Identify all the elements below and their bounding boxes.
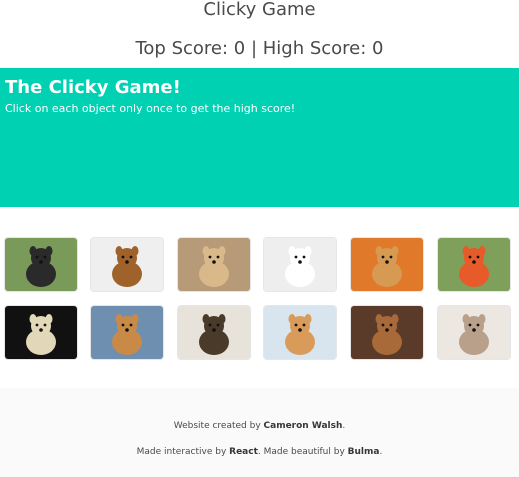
hero-banner: The Clicky Game! Click on each object on… [0,68,519,207]
dog-photo-icon [91,238,163,291]
dog-photo-icon [5,238,77,291]
author-name: Cameron Walsh [263,421,343,431]
dog-photo-icon [438,306,510,359]
react-label: React [229,447,258,457]
footer-tech-line: Made interactive by React. Made beautifu… [0,447,519,457]
dog-photo-icon [178,306,250,359]
hero-subtitle: Click on each object only once to get th… [5,102,296,115]
dog-photo-icon [351,238,423,291]
tile-chihuahua[interactable] [351,238,423,291]
dog-photo-icon [5,306,77,359]
credit-prefix: Website created by [173,421,264,431]
tile-dog-teacup[interactable] [178,306,250,359]
dog-photo-icon [91,306,163,359]
hero-heading: The Clicky Game! [5,77,181,98]
navbar: Clicky Game Top Score: 0 | High Score: 0 [0,0,519,68]
made-prefix: Made interactive by [136,447,230,457]
tile-dalmatian[interactable] [264,238,336,291]
credit-suffix: . [342,421,346,431]
tile-french-bulldog[interactable] [5,238,77,291]
tile-puppy-in-cup[interactable] [438,238,510,291]
tile-pug[interactable] [178,238,250,291]
dog-photo-icon [438,238,510,291]
bulma-label: Bulma [347,447,380,457]
score-display: Top Score: 0 | High Score: 0 [135,38,384,59]
footer: Website created by Cameron Walsh. Made i… [0,388,519,478]
made-middle: . Made beautiful by [257,447,348,457]
dog-photo-icon [351,306,423,359]
tile-dog-lion-costume[interactable] [91,238,163,291]
dog-photo-icon [264,306,336,359]
dog-photo-icon [178,238,250,291]
dog-photo-icon [264,238,336,291]
tile-corgi[interactable] [91,306,163,359]
tile-gingerbread-dog[interactable] [351,306,423,359]
tile-labrador[interactable] [5,306,77,359]
tile-shih-tzu[interactable] [438,306,510,359]
app-title: Clicky Game [203,0,316,20]
tile-pomeranian-toast[interactable] [264,306,336,359]
footer-credit-line: Website created by Cameron Walsh. [0,421,519,431]
made-suffix: . [379,447,383,457]
